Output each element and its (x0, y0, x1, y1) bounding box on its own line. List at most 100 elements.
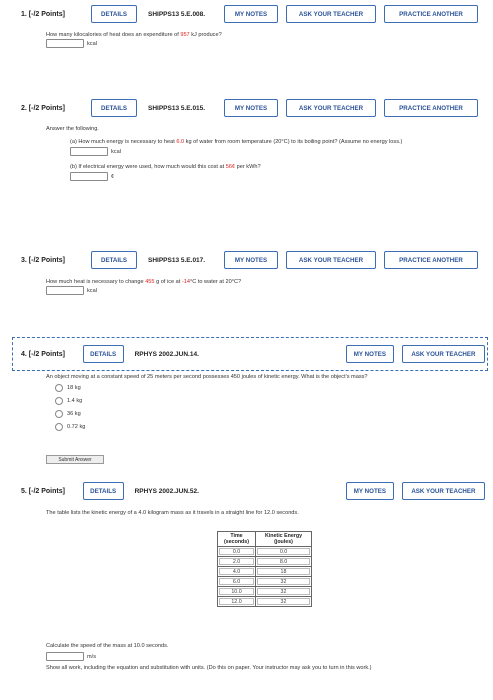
cell-value: 10.0 (219, 588, 254, 595)
details-button[interactable]: DETAILS (91, 99, 137, 117)
unit-label: ¢ (111, 173, 115, 180)
option-label: 36 kg (67, 410, 81, 417)
question-number: 1. [-/2 Points] (21, 10, 65, 18)
answer-input[interactable] (46, 39, 84, 48)
my-notes-button[interactable]: MY NOTES (224, 5, 278, 23)
answer-input[interactable] (46, 286, 84, 295)
radio-icon[interactable] (55, 383, 63, 392)
question-number: 4. [-/2 Points] (21, 350, 65, 358)
cell-value: 18 (257, 568, 310, 575)
cell-value: 12.0 (219, 598, 254, 605)
table-cell: 10.0 (217, 586, 256, 597)
question-code: SHIPPS13 5.E.017. (148, 256, 206, 264)
details-button[interactable]: DETAILS (82, 482, 124, 500)
question-2-header: 2. [-/2 Points] DETAILS SHIPPS13 5.E.015… (17, 99, 485, 117)
ask-teacher-button[interactable]: ASK YOUR TEACHER (401, 482, 485, 500)
option-18kg[interactable]: 18 kg (55, 381, 485, 394)
column-header: Kinetic Energy (joules) (255, 531, 312, 547)
my-notes-button[interactable]: MY NOTES (224, 99, 278, 117)
question-number: 2. [-/2 Points] (21, 104, 65, 112)
radio-icon[interactable] (55, 422, 63, 431)
text-part: How many kilocalories of heat does an ex… (46, 32, 181, 38)
answer-row-a: kcal (70, 147, 485, 156)
text-part: g of ice at (154, 279, 182, 285)
given-value: 56¢ (225, 164, 236, 170)
my-notes-button[interactable]: MY NOTES (345, 345, 394, 363)
question-text: How much heat is necessary to change 455… (46, 279, 485, 285)
radio-icon[interactable] (55, 409, 63, 418)
question-code: RPHYS 2002.JUN.52. (134, 487, 199, 495)
ask-teacher-button[interactable]: ASK YOUR TEACHER (401, 345, 485, 363)
given-value: 6.0 (176, 139, 185, 145)
table-header-row: Time (seconds) Kinetic Energy (joules) (217, 531, 312, 547)
cell-value: 32 (257, 578, 310, 585)
text-part: How much heat is necessary to change (46, 279, 146, 285)
table-row: 4.0 18 (217, 566, 312, 577)
question-text: How many kilocalories of heat does an ex… (46, 32, 485, 38)
question-code: SHIPPS13 5.E.015. (148, 104, 206, 112)
table-cell: 0.0 (217, 546, 256, 557)
question-4-header: 4. [-/2 Points] DETAILS RPHYS 2002.JUN.1… (17, 345, 485, 363)
speed-answer-input[interactable] (46, 652, 84, 661)
question-number: 3. [-/2 Points] (21, 256, 65, 264)
details-button[interactable]: DETAILS (91, 251, 137, 269)
submit-answer-button[interactable]: Submit Answer (46, 455, 104, 464)
text-part: per kWh? (235, 164, 261, 170)
cell-value: 8.0 (257, 558, 310, 565)
option-0-72kg[interactable]: 0.72 kg (55, 420, 485, 433)
option-1-4kg[interactable]: 1.4 kg (55, 394, 485, 407)
details-button[interactable]: DETAILS (91, 5, 137, 23)
answer-row: kcal (46, 39, 485, 48)
unit-label: m/s (87, 653, 97, 660)
table-cell: 32 (255, 596, 312, 607)
question-4: 4. [-/2 Points] DETAILS RPHYS 2002.JUN.1… (17, 345, 485, 433)
given-value: 455 (145, 279, 155, 285)
cell-value: 32 (257, 598, 310, 605)
text-part: kg of water from room temperature (20°C)… (184, 139, 403, 145)
question-text: An object moving at a constant speed of … (46, 374, 368, 380)
ask-teacher-button[interactable]: ASK YOUR TEACHER (286, 99, 376, 117)
table-cell: 4.0 (217, 566, 256, 577)
practice-another-button[interactable]: PRACTICE ANOTHER (384, 251, 478, 269)
practice-another-button[interactable]: PRACTICE ANOTHER (384, 99, 478, 117)
table-cell: 18 (255, 566, 312, 577)
question-intro: Answer the following. (46, 126, 99, 132)
question-number: 5. [-/2 Points] (21, 487, 65, 495)
question-1-header: 1. [-/2 Points] DETAILS SHIPPS13 5.E.008… (17, 5, 485, 23)
speed-question: Calculate the speed of the mass at 10.0 … (46, 643, 169, 649)
ask-teacher-button[interactable]: ASK YOUR TEACHER (286, 5, 376, 23)
given-value: 957 (180, 32, 190, 38)
ask-teacher-button[interactable]: ASK YOUR TEACHER (286, 251, 376, 269)
answer-row: kcal (46, 286, 485, 295)
table-row: 10.0 32 (217, 586, 312, 597)
option-label: 18 kg (67, 384, 81, 391)
answer-input-a[interactable] (70, 147, 108, 156)
table-cell: 8.0 (255, 556, 312, 567)
question-2: 2. [-/2 Points] DETAILS SHIPPS13 5.E.015… (17, 99, 485, 181)
answer-row: m/s (46, 652, 96, 661)
practice-another-button[interactable]: PRACTICE ANOTHER (384, 5, 478, 23)
column-header: Time (seconds) (217, 531, 256, 547)
radio-icon[interactable] (55, 396, 63, 405)
table-cell: 32 (255, 576, 312, 587)
cell-value: 6.0 (219, 578, 254, 585)
question-3: 3. [-/2 Points] DETAILS SHIPPS13 5.E.017… (17, 251, 485, 295)
text-part: kJ produce? (189, 32, 222, 38)
my-notes-button[interactable]: MY NOTES (345, 482, 394, 500)
text-part: °C to water at 20°C? (190, 279, 242, 285)
answer-input-b[interactable] (70, 172, 108, 181)
work-note: Show all work, including the equation an… (46, 665, 372, 671)
text-part: (a) How much energy is necessary to heat (70, 139, 177, 145)
option-36kg[interactable]: 36 kg (55, 407, 485, 420)
table-row: 2.0 8.0 (217, 556, 312, 567)
details-button[interactable]: DETAILS (82, 345, 124, 363)
table-cell: 12.0 (217, 596, 256, 607)
question-code: SHIPPS13 5.E.008. (148, 10, 206, 18)
table-row: 6.0 32 (217, 576, 312, 587)
my-notes-button[interactable]: MY NOTES (224, 251, 278, 269)
question-1: 1. [-/2 Points] DETAILS SHIPPS13 5.E.008… (17, 5, 485, 48)
table-cell: 32 (255, 586, 312, 597)
option-label: 1.4 kg (67, 397, 83, 404)
table-row: 12.0 32 (217, 596, 312, 607)
table-cell: 6.0 (217, 576, 256, 587)
